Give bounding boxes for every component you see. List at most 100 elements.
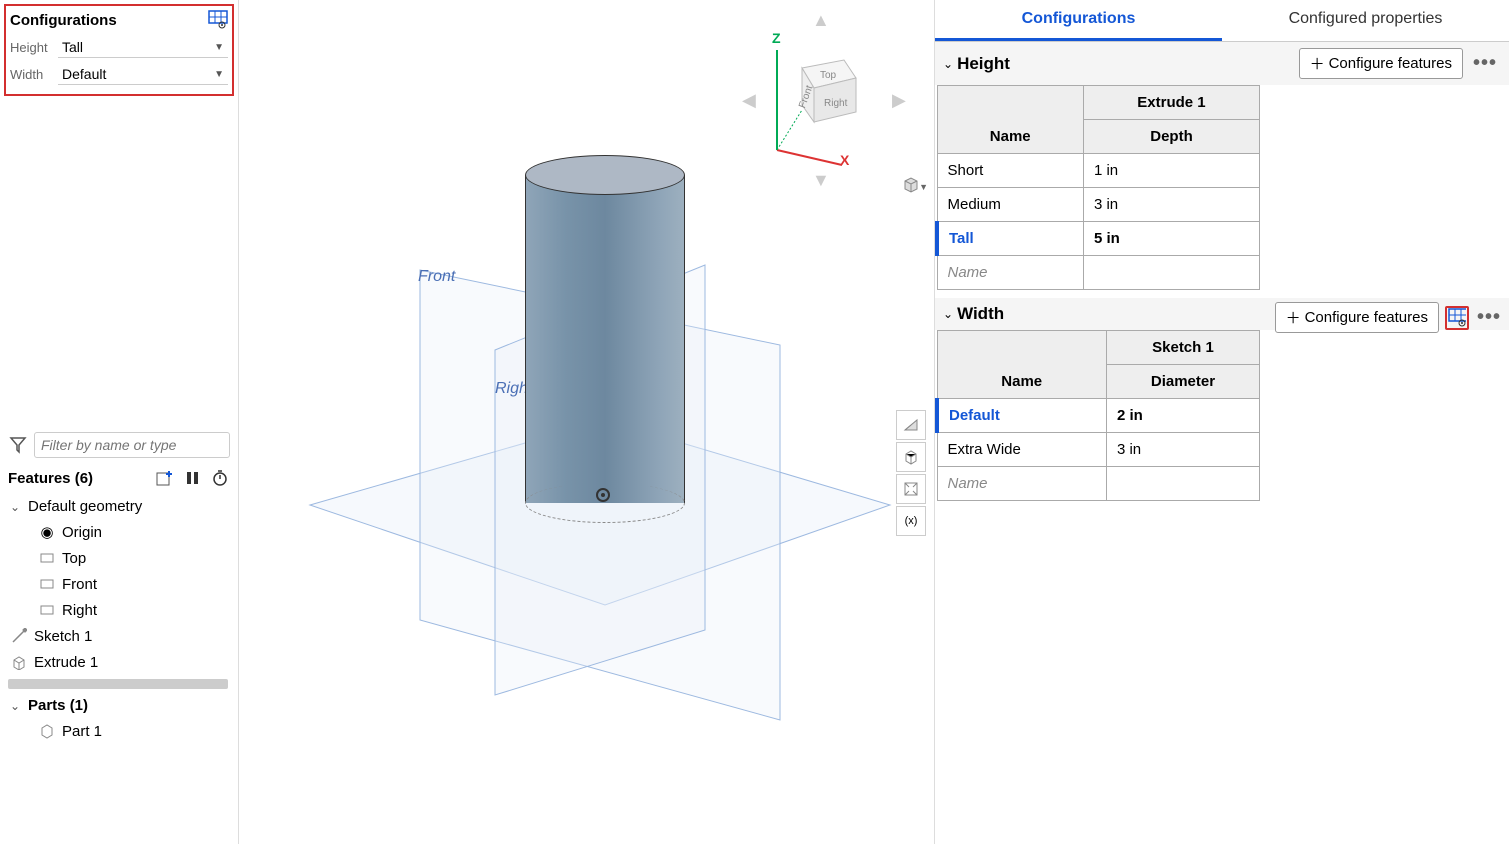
stopwatch-icon[interactable] <box>210 468 230 488</box>
orbit-down-icon[interactable]: ▼ <box>812 170 830 191</box>
chevron-down-icon: ⌄ <box>10 500 22 514</box>
tree-label: Origin <box>62 524 102 541</box>
table-visibility-icon[interactable] <box>208 10 228 30</box>
cell-name: Short <box>937 154 1083 188</box>
shading-mode-icon[interactable]: ▼ <box>902 176 920 194</box>
add-feature-icon[interactable] <box>154 468 174 488</box>
feature-tree: ⌄ Default geometry ◉ Origin Top Front Ri… <box>0 492 238 746</box>
viewport-toolstack: (x) <box>896 410 926 536</box>
chevron-down-icon: ⌄ <box>943 57 953 71</box>
cell-value: 5 in <box>1083 222 1259 256</box>
more-options-icon[interactable]: ••• <box>1469 52 1501 75</box>
origin-marker <box>596 488 610 502</box>
cylinder-part[interactable] <box>525 155 685 515</box>
pause-icon[interactable] <box>182 468 202 488</box>
table-row-new[interactable]: Name <box>937 256 1260 290</box>
tree-parts-header[interactable]: ⌄ Parts (1) <box>4 693 234 718</box>
plane-icon <box>38 549 56 567</box>
orbit-right-icon[interactable]: ▶ <box>892 90 906 111</box>
tree-origin[interactable]: ◉ Origin <box>4 519 234 545</box>
cell-value: 2 in <box>1106 399 1259 433</box>
tree-label: Extrude 1 <box>34 654 98 671</box>
cell-name: Medium <box>937 188 1083 222</box>
tree-extrude1[interactable]: Extrude 1 <box>4 649 234 675</box>
table-row[interactable]: Medium3 in <box>937 188 1260 222</box>
tool-named-views-icon[interactable] <box>896 474 926 504</box>
plus-icon: ＋ <box>1286 307 1301 328</box>
filter-row <box>0 426 238 464</box>
configure-features-label: Configure features <box>1329 55 1452 72</box>
cell-empty <box>1083 256 1259 290</box>
plus-icon: ＋ <box>1310 53 1325 74</box>
col-name: Name <box>937 86 1083 154</box>
orbit-left-icon[interactable]: ◀ <box>742 90 756 111</box>
width-dropdown[interactable]: Default ▼ <box>58 64 228 85</box>
more-options-icon[interactable]: ••• <box>1473 306 1505 329</box>
tool-section-view-icon[interactable] <box>896 410 926 440</box>
tab-configured-properties[interactable]: Configured properties <box>1222 0 1509 41</box>
tree-front[interactable]: Front <box>4 571 234 597</box>
chevron-down-icon: ⌄ <box>10 699 22 713</box>
left-sidebar: Configurations Height Tall ▼ Width Defau… <box>0 0 239 844</box>
configure-features-label: Configure features <box>1305 309 1428 326</box>
table-row-new[interactable]: Name <box>937 467 1260 501</box>
tree-scrollbar[interactable] <box>8 679 228 689</box>
features-header: Features (6) <box>0 464 238 492</box>
chevron-down-icon: ▼ <box>214 69 224 80</box>
viewcube-area: ▲ ▼ ◀ ▶ Z X Top Front Right ▼ <box>742 10 922 200</box>
viewport-3d[interactable]: Front Right ▲ ▼ ◀ ▶ Z X Top Front R <box>240 0 932 844</box>
tree-sketch1[interactable]: Sketch 1 <box>4 623 234 649</box>
cell-placeholder[interactable]: Name <box>937 256 1083 290</box>
tool-variables-icon[interactable]: (x) <box>896 506 926 536</box>
features-title: Features (6) <box>8 470 93 487</box>
height-dropdown-value: Tall <box>62 39 83 55</box>
tree-default-geometry[interactable]: ⌄ Default geometry <box>4 494 234 519</box>
configure-features-button-height[interactable]: ＋ Configure features <box>1299 48 1463 79</box>
cell-name: Tall <box>937 222 1083 256</box>
configurations-title: Configurations <box>10 12 117 29</box>
col-name: Name <box>937 331 1106 399</box>
tree-label: Top <box>62 550 86 567</box>
height-dropdown[interactable]: Tall ▼ <box>58 37 228 58</box>
tree-part1[interactable]: Part 1 <box>4 718 234 744</box>
col-group: Sketch 1 <box>1106 331 1259 365</box>
col-value: Depth <box>1083 120 1259 154</box>
width-dropdown-value: Default <box>62 66 106 82</box>
cell-name: Extra Wide <box>937 433 1106 467</box>
configure-features-button-width[interactable]: ＋ Configure features <box>1275 302 1439 333</box>
table-row-active[interactable]: Tall5 in <box>937 222 1260 256</box>
tab-configurations[interactable]: Configurations <box>935 0 1222 41</box>
configurations-panel: Configurations Height Tall ▼ Width Defau… <box>4 4 234 96</box>
chevron-down-icon: ⌄ <box>943 307 953 321</box>
extrude-icon <box>10 653 28 671</box>
col-group: Extrude 1 <box>1083 86 1259 120</box>
viewcube-top-label: Top <box>820 70 837 81</box>
viewcube[interactable]: Top Front Right <box>784 50 864 130</box>
svg-text:Right: Right <box>824 98 848 109</box>
filter-input[interactable] <box>34 432 230 458</box>
tree-top[interactable]: Top <box>4 545 234 571</box>
cell-value: 3 in <box>1083 188 1259 222</box>
tree-right[interactable]: Right <box>4 597 234 623</box>
cell-placeholder[interactable]: Name <box>937 467 1106 501</box>
table-row-active[interactable]: Default2 in <box>937 399 1260 433</box>
part-icon <box>38 722 56 740</box>
right-panel-tabs: Configurations Configured properties <box>935 0 1509 42</box>
plane-icon <box>38 575 56 593</box>
table-row[interactable]: Extra Wide3 in <box>937 433 1260 467</box>
tool-isometric-icon[interactable] <box>896 442 926 472</box>
table-row[interactable]: Short1 in <box>937 154 1260 188</box>
orbit-up-icon[interactable]: ▲ <box>812 10 830 31</box>
cell-name: Default <box>937 399 1106 433</box>
tree-label: Right <box>62 602 97 619</box>
tree-label: Front <box>62 576 97 593</box>
sketch-icon <box>10 627 28 645</box>
scene-3d: Front Right <box>300 130 900 780</box>
section-header-width[interactable]: ⌄ Width ＋ Configure features ••• <box>935 298 1509 330</box>
filter-icon[interactable] <box>8 435 28 455</box>
width-config-table: NameSketch 1 Diameter Default2 in Extra … <box>935 330 1260 501</box>
tree-label: Sketch 1 <box>34 628 92 645</box>
tree-label: Part 1 <box>62 723 102 740</box>
table-visibility-icon-highlighted[interactable] <box>1445 306 1469 330</box>
section-header-height[interactable]: ⌄ Height ＋ Configure features ••• <box>935 42 1509 85</box>
